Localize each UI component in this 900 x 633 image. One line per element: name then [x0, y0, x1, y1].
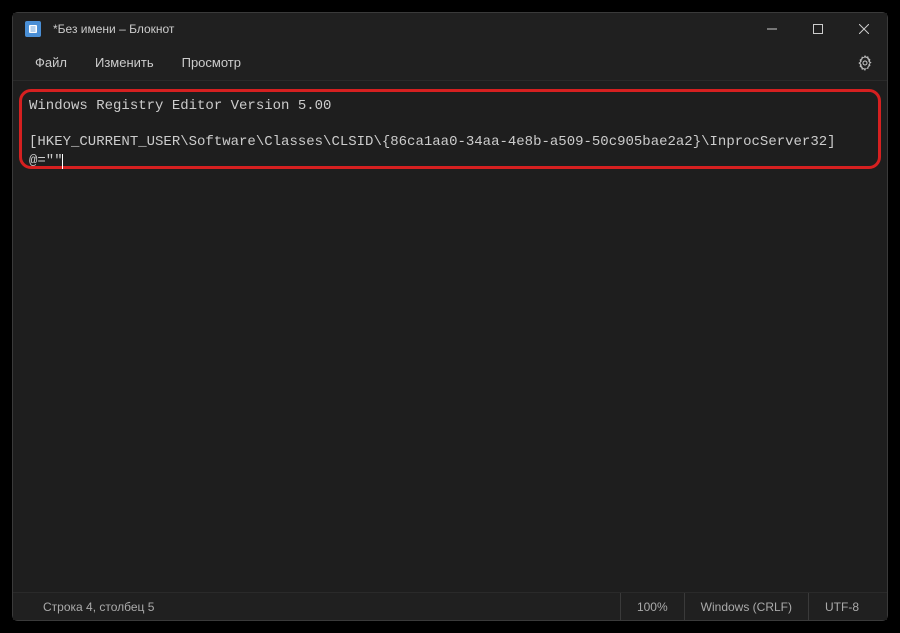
- editor-line-1: Windows Registry Editor Version 5.00: [29, 98, 331, 114]
- menu-edit[interactable]: Изменить: [81, 49, 168, 76]
- settings-button[interactable]: [851, 49, 879, 77]
- menubar: Файл Изменить Просмотр: [13, 45, 887, 81]
- editor-line-3: [HKEY_CURRENT_USER\Software\Classes\CLSI…: [29, 134, 836, 150]
- statusbar: Строка 4, столбец 5 100% Windows (CRLF) …: [13, 592, 887, 620]
- window-controls: [749, 13, 887, 45]
- titlebar[interactable]: *Без имени – Блокнот: [13, 13, 887, 45]
- notepad-icon: [25, 21, 41, 37]
- editor-area[interactable]: Windows Registry Editor Version 5.00 [HK…: [13, 81, 887, 592]
- status-encoding[interactable]: UTF-8: [808, 593, 875, 621]
- menu-view[interactable]: Просмотр: [168, 49, 255, 76]
- notepad-window: *Без имени – Блокнот Файл Изменить Просм…: [12, 12, 888, 621]
- status-line-ending[interactable]: Windows (CRLF): [684, 593, 808, 621]
- menu-file[interactable]: Файл: [21, 49, 81, 76]
- minimize-button[interactable]: [749, 13, 795, 45]
- gear-icon: [857, 55, 873, 71]
- text-cursor: [62, 154, 63, 169]
- status-zoom[interactable]: 100%: [620, 593, 684, 621]
- status-position: Строка 4, столбец 5: [25, 600, 620, 614]
- maximize-button[interactable]: [795, 13, 841, 45]
- editor-content[interactable]: Windows Registry Editor Version 5.00 [HK…: [17, 91, 883, 176]
- window-title: *Без имени – Блокнот: [53, 22, 749, 36]
- editor-line-4: @="": [29, 153, 63, 169]
- close-button[interactable]: [841, 13, 887, 45]
